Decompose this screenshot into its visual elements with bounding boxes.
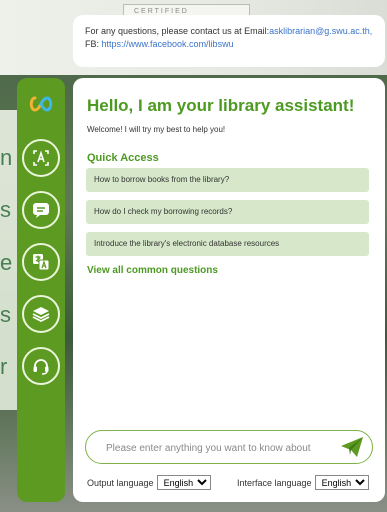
headset-icon (33, 359, 49, 375)
chat-button[interactable] (22, 191, 60, 229)
sidebar-rail (17, 78, 65, 502)
page-title: Hello, I am your library assistant! (87, 96, 355, 115)
language-button[interactable] (22, 243, 60, 281)
facebook-link[interactable]: https://www.facebook.com/libswu (102, 39, 234, 49)
quick-access-item[interactable]: How to borrow books from the library? (86, 168, 369, 192)
output-language-row: Output language English (87, 475, 211, 490)
translate-button[interactable] (22, 139, 60, 177)
chat-panel: Hello, I am your library assistant! Welc… (73, 78, 385, 502)
output-language-label: Output language (87, 477, 154, 488)
books-button[interactable] (22, 295, 60, 333)
contact-info-banner: For any questions, please contact us at … (73, 15, 385, 67)
support-button[interactable] (22, 347, 60, 385)
background-letter: r (0, 354, 8, 379)
background-letter: e (0, 250, 13, 275)
view-all-questions-link[interactable]: View all common questions (87, 265, 218, 276)
translate-a-icon (33, 150, 49, 166)
welcome-message: Welcome! I will try my best to help you! (87, 125, 226, 134)
quick-access-heading: Quick Access (87, 152, 159, 164)
books-icon (32, 307, 50, 323)
contact-text: For any questions, please contact us at … (85, 26, 270, 36)
background-letter: s (0, 302, 11, 327)
send-icon[interactable] (340, 436, 364, 458)
quick-access-item[interactable]: Introduce the library's electronic datab… (86, 232, 369, 256)
interface-language-row: Interface language English (237, 475, 369, 490)
email-link[interactable]: asklibrarian@g.swu.ac.th, (269, 26, 372, 36)
language-icon (33, 254, 50, 271)
background-letter: s (0, 197, 11, 222)
message-input[interactable] (104, 437, 330, 459)
logo-icon[interactable] (29, 94, 53, 114)
quick-access-item[interactable]: How do I check my borrowing records? (86, 200, 369, 224)
interface-language-select[interactable]: English (314, 475, 369, 490)
message-input-box (85, 430, 373, 464)
chat-bubble-icon (33, 203, 49, 218)
fb-label: FB: (85, 39, 102, 49)
background-letter: n (0, 145, 13, 170)
output-language-select[interactable]: English (156, 475, 211, 490)
certified-label: CERTIFIED (134, 8, 189, 15)
interface-language-label: Interface language (237, 477, 312, 488)
